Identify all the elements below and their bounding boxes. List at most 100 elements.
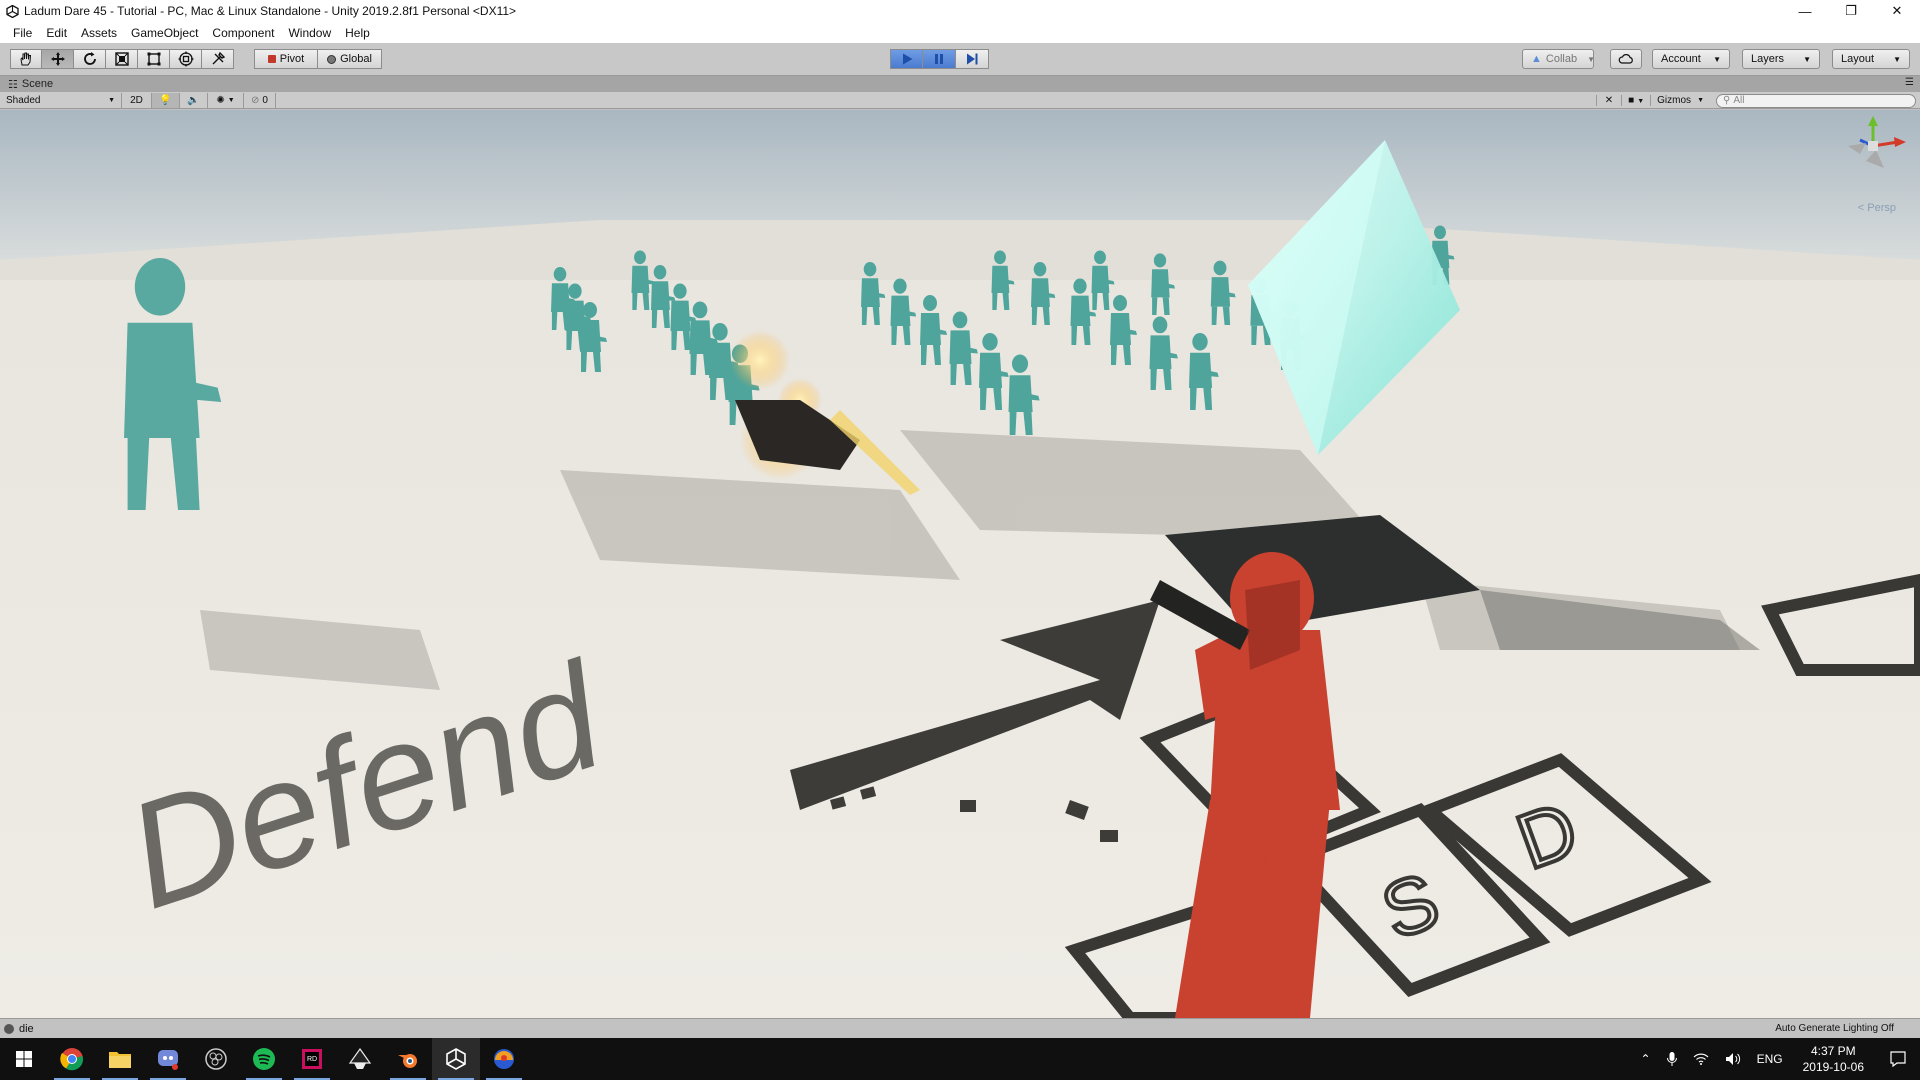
- custom-tool-icon[interactable]: [202, 49, 234, 69]
- 2d-toggle[interactable]: 2D: [122, 92, 152, 108]
- layers-dropdown[interactable]: Layers ▼: [1742, 49, 1820, 69]
- tab-menu-icon[interactable]: ☰: [1905, 77, 1914, 88]
- search-icon: ⚲: [1723, 95, 1731, 106]
- global-label: Global: [340, 53, 372, 65]
- clock-date: 2019-10-06: [1802, 1060, 1864, 1074]
- hidden-count: 0: [262, 94, 268, 106]
- wifi-icon[interactable]: [1685, 1053, 1717, 1065]
- inkscape-icon[interactable]: [336, 1038, 384, 1080]
- title-bar: Ladum Dare 45 - Tutorial - PC, Mac & Lin…: [0, 0, 1920, 22]
- minimize-icon[interactable]: —: [1782, 0, 1828, 22]
- persp-label[interactable]: < Persp: [1858, 202, 1896, 214]
- rect-tool-icon[interactable]: [138, 49, 170, 69]
- menu-file[interactable]: File: [6, 26, 39, 40]
- chevron-down-icon: ▼: [1697, 97, 1704, 104]
- collab-dropdown[interactable]: ▲ Collab ▼: [1522, 49, 1595, 69]
- obs-icon[interactable]: [192, 1038, 240, 1080]
- volume-icon[interactable]: [1717, 1052, 1749, 1066]
- menu-component[interactable]: Component: [205, 26, 281, 40]
- main-toolbar: Pivot Global ▲ Collab ▼ Account ▼ Layers…: [0, 43, 1920, 76]
- account-label: Account: [1661, 53, 1701, 65]
- gizmos-label: Gizmos: [1657, 95, 1692, 106]
- transform-tools: [10, 49, 234, 69]
- camera-dropdown-icon[interactable]: ■ ▼: [1621, 95, 1650, 106]
- restore-icon[interactable]: ❐: [1828, 0, 1874, 22]
- windows-taskbar: RD ⌃ ENG 4:37 PM 2019-10-06: [0, 1038, 1920, 1080]
- playback-controls: [890, 49, 989, 69]
- pivot-icon: [267, 55, 276, 63]
- pivot-global-group: Pivot Global: [254, 49, 382, 69]
- gizmos-dropdown[interactable]: Gizmos ▼: [1650, 95, 1710, 106]
- pivot-toggle[interactable]: Pivot: [254, 49, 318, 69]
- hand-tool-icon[interactable]: [10, 49, 42, 69]
- clock[interactable]: 4:37 PM 2019-10-06: [1791, 1043, 1876, 1075]
- move-tool-icon[interactable]: [42, 49, 74, 69]
- shading-mode-label: Shaded: [6, 94, 41, 106]
- chevron-down-icon: ▼: [1893, 54, 1901, 64]
- cloud-services-button[interactable]: [1610, 49, 1642, 69]
- language-indicator[interactable]: ENG: [1749, 1052, 1791, 1066]
- scene-options-bar: Shaded ▼ 2D 💡 🔈 ✺ ▼ ⊘ 0 ✕ ■ ▼ Gizmos ▼ ⚲ A…: [0, 92, 1920, 109]
- file-explorer-icon[interactable]: [96, 1038, 144, 1080]
- search-placeholder: All: [1733, 95, 1745, 106]
- rotate-tool-icon[interactable]: [74, 49, 106, 69]
- cloud-icon: [1618, 54, 1633, 64]
- scene-render: Defend S D: [0, 110, 1920, 1018]
- pause-icon[interactable]: [923, 49, 956, 69]
- menu-window[interactable]: Window: [281, 26, 338, 40]
- collab-cloud-icon: ▲: [1531, 53, 1542, 65]
- effects-dropdown-icon[interactable]: ✺ ▼: [208, 92, 244, 108]
- blender-icon[interactable]: [384, 1038, 432, 1080]
- lighting-toggle-icon[interactable]: 💡: [152, 92, 180, 108]
- menu-help[interactable]: Help: [338, 26, 377, 40]
- hidden-objects-toggle[interactable]: ⊘ 0: [244, 92, 276, 108]
- svg-text:RD: RD: [307, 1056, 317, 1063]
- step-icon[interactable]: [956, 49, 989, 69]
- chevron-down-icon: ▼: [1587, 54, 1595, 64]
- start-icon[interactable]: [0, 1038, 48, 1080]
- unity-logo-icon: [4, 3, 20, 19]
- scale-tool-icon[interactable]: [106, 49, 138, 69]
- layout-label: Layout: [1841, 53, 1875, 65]
- system-tray: ⌃ ENG 4:37 PM 2019-10-06: [1633, 1038, 1920, 1080]
- scene-viewport[interactable]: Defend S D < Persp: [0, 110, 1920, 1018]
- audio-toggle-icon[interactable]: 🔈: [180, 92, 208, 108]
- spotify-icon[interactable]: [240, 1038, 288, 1080]
- account-dropdown[interactable]: Account ▼: [1652, 49, 1730, 69]
- rider-icon[interactable]: RD: [288, 1038, 336, 1080]
- shading-mode-dropdown[interactable]: Shaded ▼: [0, 92, 122, 108]
- pivot-label: Pivot: [279, 53, 305, 65]
- menu-gameobject[interactable]: GameObject: [124, 26, 205, 40]
- transform-tool-icon[interactable]: [170, 49, 202, 69]
- play-icon[interactable]: [890, 49, 923, 69]
- persp-text: Persp: [1867, 202, 1896, 214]
- tab-scene[interactable]: Scene: [22, 78, 53, 90]
- chevron-down-icon: ▼: [108, 96, 115, 104]
- menu-assets[interactable]: Assets: [74, 26, 124, 40]
- view-gizmo[interactable]: [1838, 116, 1908, 216]
- chevron-down-icon: ▼: [1713, 54, 1721, 64]
- microphone-icon[interactable]: [1659, 1052, 1685, 1066]
- chevron-up-icon[interactable]: ⌃: [1633, 1052, 1659, 1066]
- tools-icon[interactable]: ✕: [1595, 95, 1621, 106]
- close-icon[interactable]: ✕: [1874, 0, 1920, 22]
- notification-icon[interactable]: [1876, 1051, 1920, 1067]
- 2d-label: 2D: [130, 94, 143, 106]
- lighting-status: Auto Generate Lighting Off: [1775, 1023, 1894, 1034]
- app-icon[interactable]: [480, 1038, 528, 1080]
- status-bar: die Auto Generate Lighting Off: [0, 1018, 1920, 1038]
- console-message[interactable]: die: [19, 1023, 34, 1035]
- eye-slash-icon: ⊘: [251, 94, 260, 106]
- window-title: Ladum Dare 45 - Tutorial - PC, Mac & Lin…: [24, 4, 517, 18]
- scene-view-icon: ☷: [8, 78, 18, 91]
- clock-time: 4:37 PM: [1810, 1044, 1856, 1058]
- discord-icon[interactable]: [144, 1038, 192, 1080]
- chrome-icon[interactable]: [48, 1038, 96, 1080]
- scene-search-input[interactable]: ⚲ All: [1716, 93, 1916, 108]
- layout-dropdown[interactable]: Layout ▼: [1832, 49, 1910, 69]
- global-toggle[interactable]: Global: [318, 49, 382, 69]
- unity-icon[interactable]: [432, 1038, 480, 1080]
- menu-bar: File Edit Assets GameObject Component Wi…: [0, 22, 1920, 43]
- menu-edit[interactable]: Edit: [39, 26, 74, 40]
- persp-icon: <: [1857, 202, 1865, 214]
